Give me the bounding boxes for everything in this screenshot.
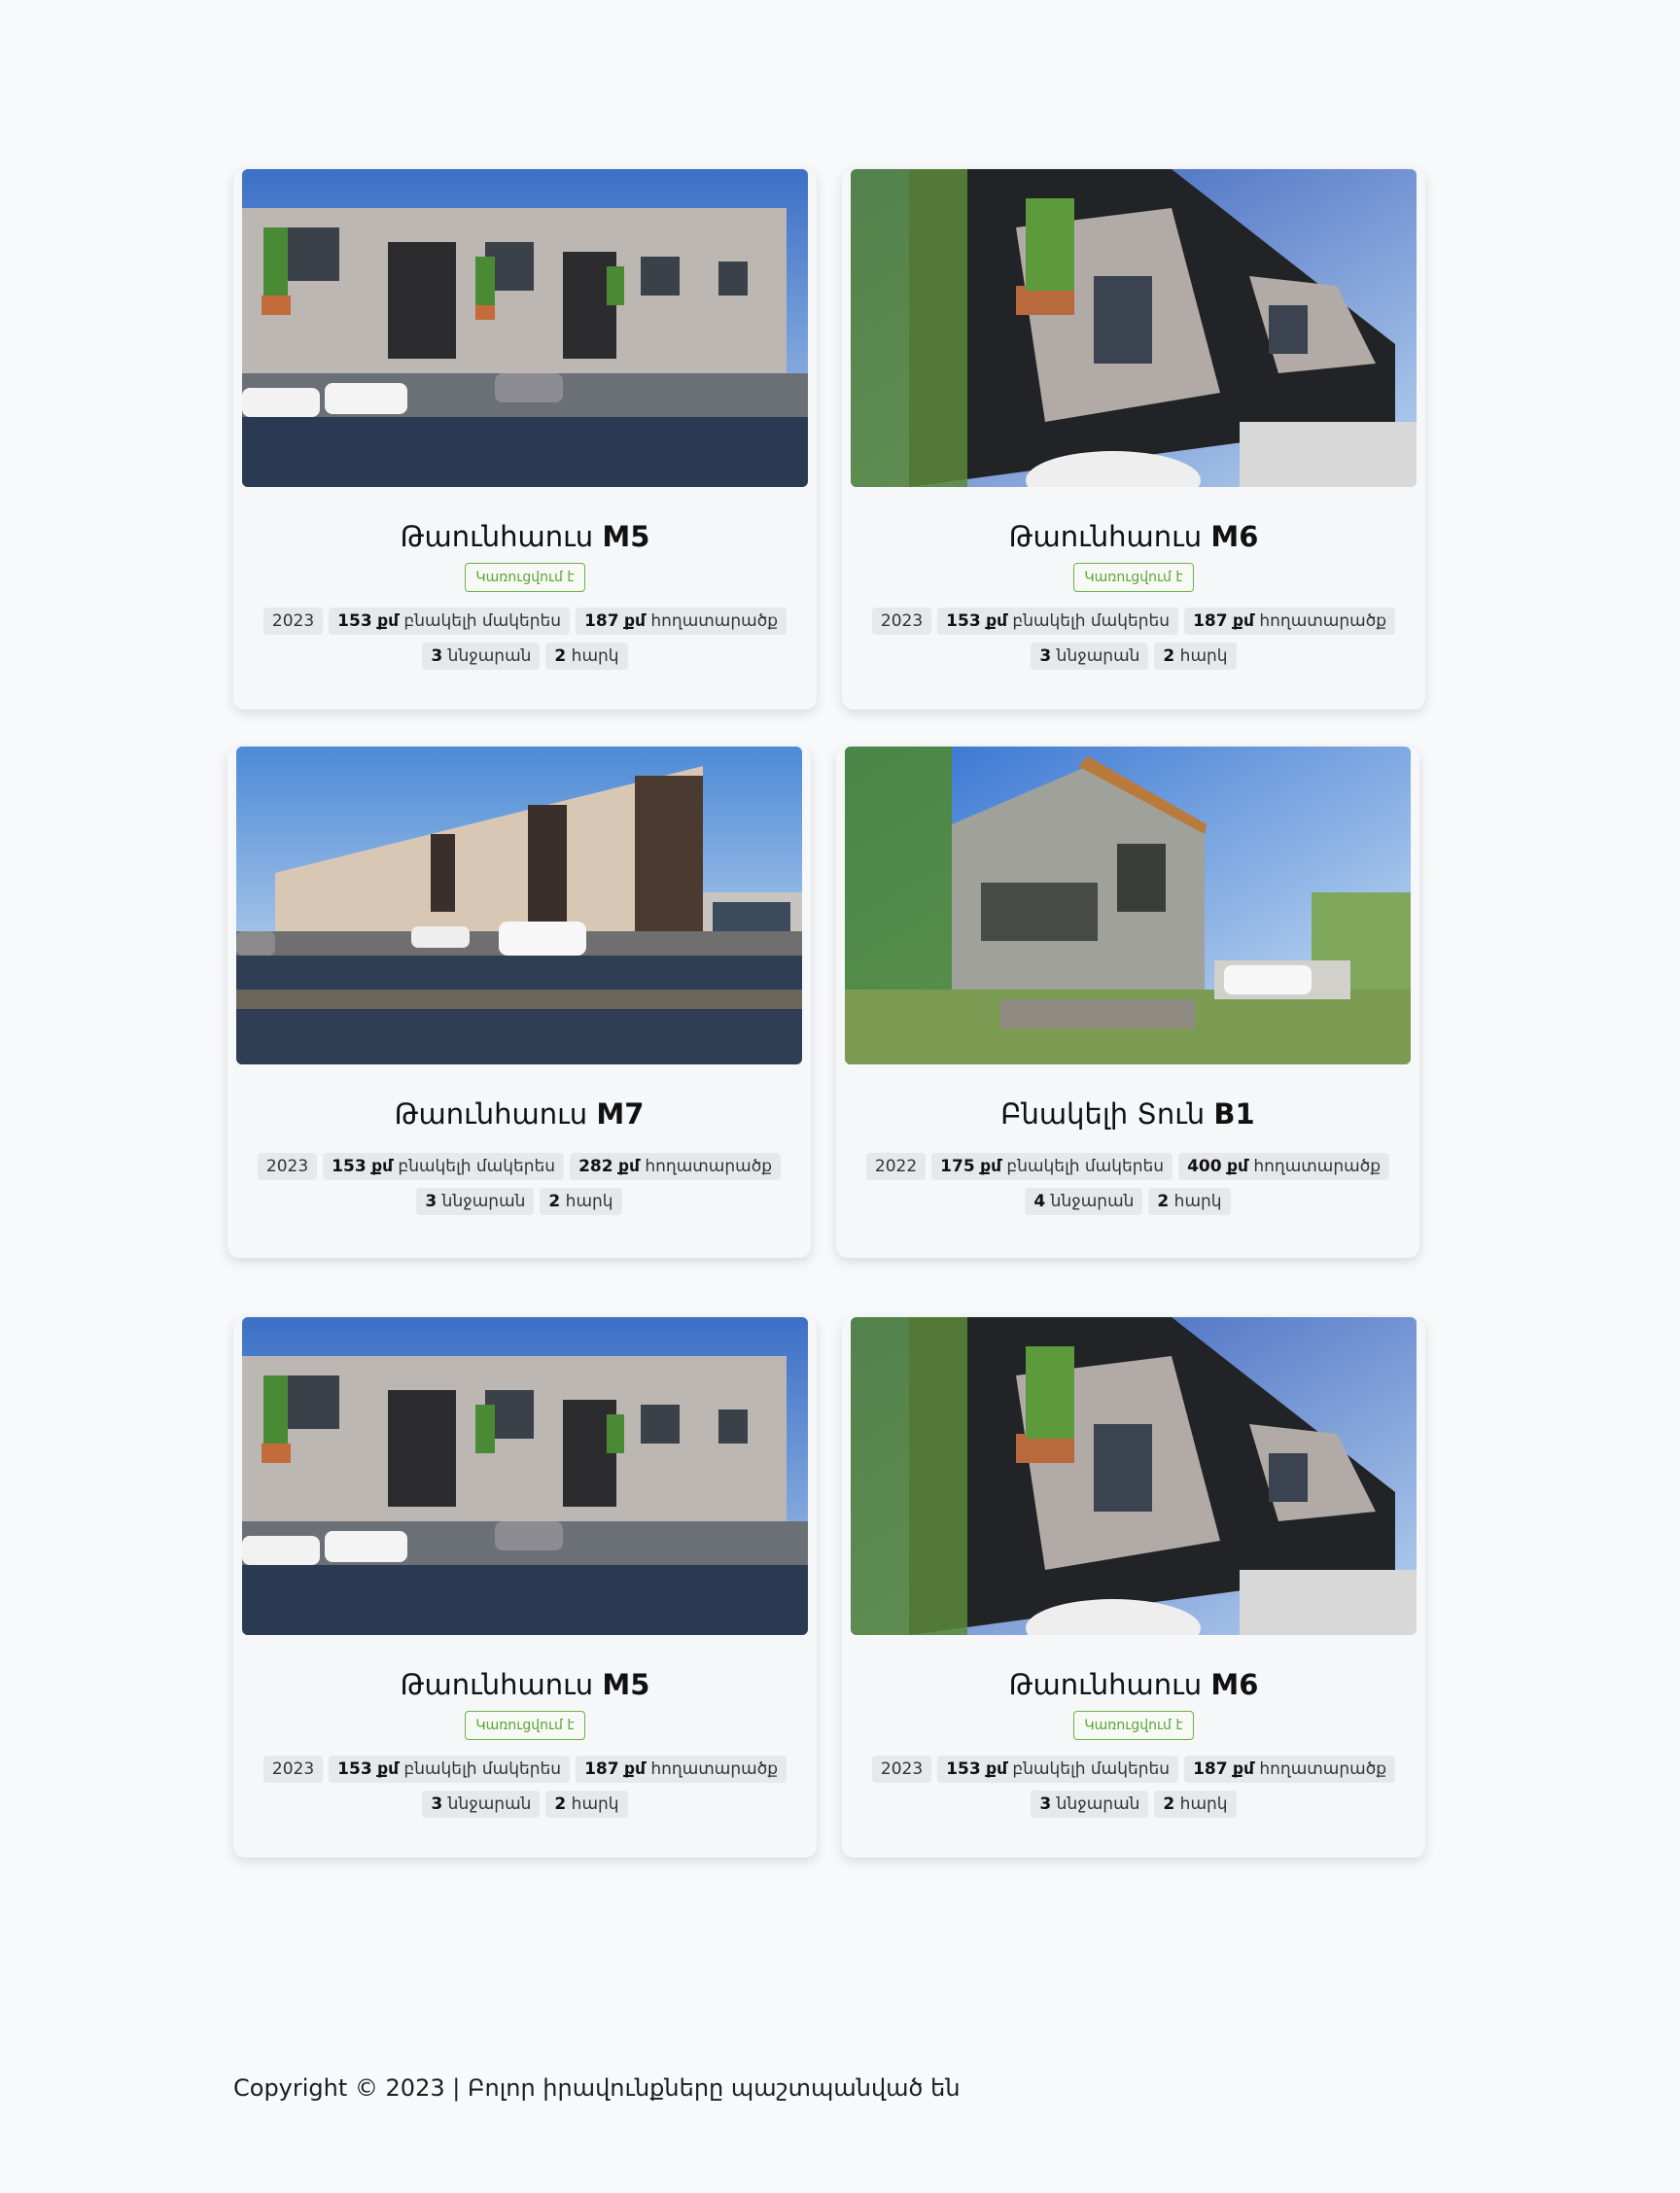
property-title: Թաունհաուս M6 — [1008, 1668, 1259, 1701]
land-area-tag: 187 քմ հողատարածք — [1184, 1756, 1396, 1783]
bedrooms-tag: 4 ննջարան — [1025, 1188, 1143, 1215]
bedrooms-tag: 3 ննջարան — [416, 1188, 535, 1215]
floors-tag: 2 հարկ — [1148, 1188, 1231, 1215]
townhouse-photo — [851, 169, 1417, 487]
bedrooms-tag: 3 ննջարան — [422, 643, 541, 670]
living-area-tag: 153 քմ բնակելի մակերես — [937, 608, 1179, 635]
bedrooms-tag: 3 ննջարան — [1031, 1791, 1149, 1818]
property-title: Թաունհաուս M6 — [1008, 520, 1259, 553]
townhouse-photo — [242, 1317, 808, 1635]
floors-tag: 2 հարկ — [545, 643, 628, 670]
living-area-tag: 153 քմ բնակելի մակերես — [329, 608, 571, 635]
living-area-tag: 153 քմ բնակելի մակերես — [329, 1756, 571, 1783]
property-specs: 2023 153 քմ բնակելի մակերես 187 քմ հողատար… — [842, 608, 1425, 678]
property-title: Բնակելի Տուն B1 — [1000, 1097, 1255, 1131]
land-area-tag: 400 քմ հողատարածք — [1178, 1153, 1390, 1180]
status-badge: Կառուցվում է — [1073, 1711, 1194, 1740]
land-area-tag: 187 քմ հողատարածք — [1184, 608, 1396, 635]
property-image[interactable] — [242, 169, 808, 487]
property-image[interactable] — [242, 1317, 808, 1635]
floors-tag: 2 հարկ — [1154, 643, 1237, 670]
year-tag: 2023 — [262, 608, 324, 635]
living-area-tag: 153 քմ բնակելի մակերես — [937, 1756, 1179, 1783]
property-image[interactable] — [236, 747, 802, 1064]
property-card-m6-repeat[interactable]: Թաունհաուս M6 Կառուցվում է 2023 153 քմ բն… — [842, 1317, 1425, 1858]
property-card-m5[interactable]: Թաունհաուս M5 Կառուցվում է 2023 153 քմ բն… — [233, 169, 817, 710]
living-area-tag: 175 քմ բնակելի մակերես — [931, 1153, 1173, 1180]
land-area-tag: 187 քմ հողատարածք — [576, 608, 788, 635]
year-tag: 2023 — [871, 608, 932, 635]
property-title: Թաունհաուս M5 — [400, 520, 650, 553]
living-area-tag: 153 քմ բնակելի մակերես — [323, 1153, 565, 1180]
property-card-m7[interactable]: Թաունհաուս M7 2023 153 քմ բնակելի մակերես… — [228, 747, 811, 1258]
property-image[interactable] — [845, 747, 1411, 1064]
townhouse-photo — [236, 747, 802, 1064]
bedrooms-tag: 3 ննջարան — [1031, 643, 1149, 670]
land-area-tag: 187 քմ հողատարածք — [576, 1756, 788, 1783]
year-tag: 2022 — [865, 1153, 927, 1180]
property-specs: 2023 153 քմ բնակելի մակերես 187 քմ հողատար… — [233, 608, 817, 678]
status-badge: Կառուցվում է — [465, 1711, 585, 1740]
land-area-tag: 282 քմ հողատարածք — [570, 1153, 782, 1180]
property-specs: 2023 153 քմ բնակելի մակերես 187 քմ հողատար… — [842, 1756, 1425, 1826]
bedrooms-tag: 3 ննջարան — [422, 1791, 541, 1818]
property-title: Թաունհաուս M7 — [394, 1097, 645, 1131]
property-specs: 2022 175 քմ բնակելի մակերես 400 քմ հողատար… — [836, 1153, 1419, 1223]
property-image[interactable] — [851, 1317, 1417, 1635]
floors-tag: 2 հարկ — [540, 1188, 622, 1215]
floors-tag: 2 հարկ — [1154, 1791, 1237, 1818]
property-card-b1[interactable]: Բնակելի Տուն B1 2022 175 քմ բնակելի մակեր… — [836, 747, 1419, 1258]
townhouse-photo — [242, 169, 808, 487]
property-specs: 2023 153 քմ բնակելի մակերես 282 քմ հողատար… — [228, 1153, 811, 1223]
house-photo — [845, 747, 1411, 1064]
property-card-m6[interactable]: Թաունհաուս M6 Կառուցվում է 2023 153 քմ բն… — [842, 169, 1425, 710]
property-title: Թաունհաուս M5 — [400, 1668, 650, 1701]
property-image[interactable] — [851, 169, 1417, 487]
year-tag: 2023 — [262, 1756, 324, 1783]
property-card-m5-repeat[interactable]: Թաունհաուս M5 Կառուցվում է 2023 153 քմ բն… — [233, 1317, 817, 1858]
footer-copyright: Copyright © 2023 | Բոլոր իրավունքները պա… — [233, 2074, 961, 2102]
year-tag: 2023 — [871, 1756, 932, 1783]
status-badge: Կառուցվում է — [465, 563, 585, 592]
floors-tag: 2 հարկ — [545, 1791, 628, 1818]
property-specs: 2023 153 քմ բնակելի մակերես 187 քմ հողատար… — [233, 1756, 817, 1826]
townhouse-photo — [851, 1317, 1417, 1635]
year-tag: 2023 — [257, 1153, 318, 1180]
status-badge: Կառուցվում է — [1073, 563, 1194, 592]
